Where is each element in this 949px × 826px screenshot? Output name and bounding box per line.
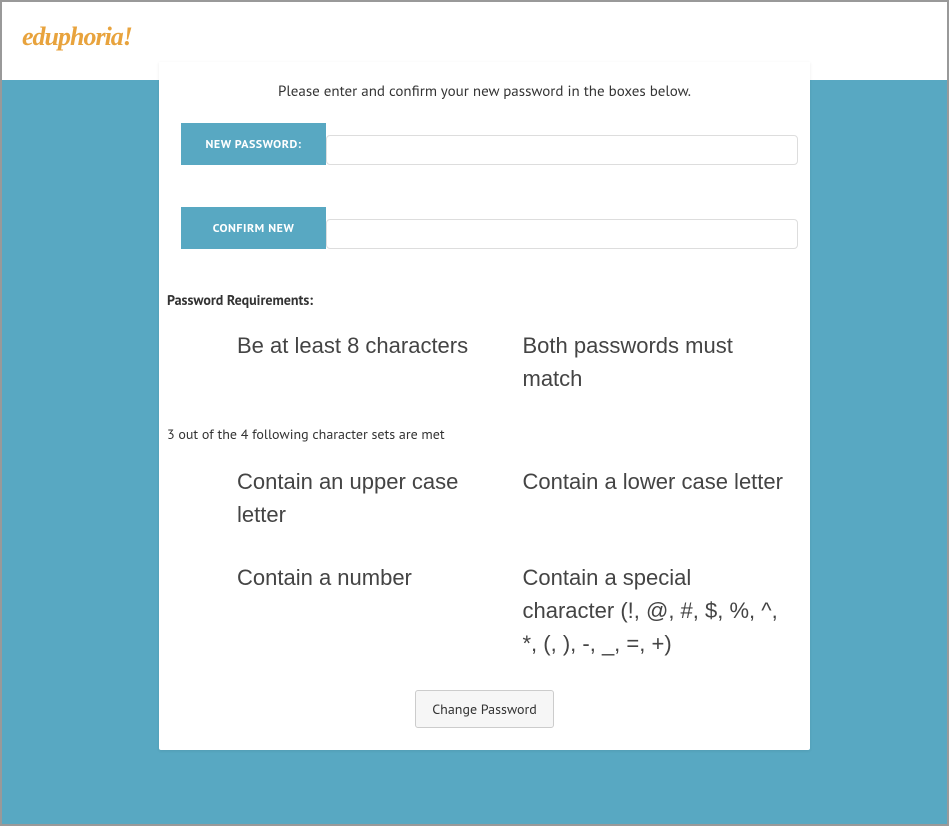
req-special: Contain a special character (!, @, #, $,… xyxy=(523,561,789,660)
new-password-input[interactable] xyxy=(326,135,798,165)
req-lowercase: Contain a lower case letter xyxy=(523,465,789,531)
req-match: Both passwords must match xyxy=(523,329,789,395)
requirements-subheading: 3 out of the 4 following character sets … xyxy=(159,425,810,443)
button-row: Change Password xyxy=(159,690,810,728)
new-password-label: NEW PASSWORD: xyxy=(181,123,326,165)
confirm-password-row: CONFIRM NEW xyxy=(159,207,810,249)
logo: eduphoria! xyxy=(22,22,927,52)
requirements-secondary-grid: Contain an upper case letter Contain a l… xyxy=(159,465,810,660)
confirm-password-input[interactable] xyxy=(326,219,798,249)
req-min-length: Be at least 8 characters xyxy=(237,329,503,395)
confirm-password-label: CONFIRM NEW xyxy=(181,207,326,249)
password-card: Please enter and confirm your new passwo… xyxy=(159,62,810,750)
requirements-title: Password Requirements: xyxy=(159,291,810,309)
req-number: Contain a number xyxy=(237,561,503,660)
new-password-row: NEW PASSWORD: xyxy=(159,123,810,165)
instruction-text: Please enter and confirm your new passwo… xyxy=(159,82,810,101)
header: eduphoria! xyxy=(2,2,947,62)
change-password-button[interactable]: Change Password xyxy=(415,690,554,728)
req-uppercase: Contain an upper case letter xyxy=(237,465,503,531)
requirements-primary-grid: Be at least 8 characters Both passwords … xyxy=(159,329,810,395)
